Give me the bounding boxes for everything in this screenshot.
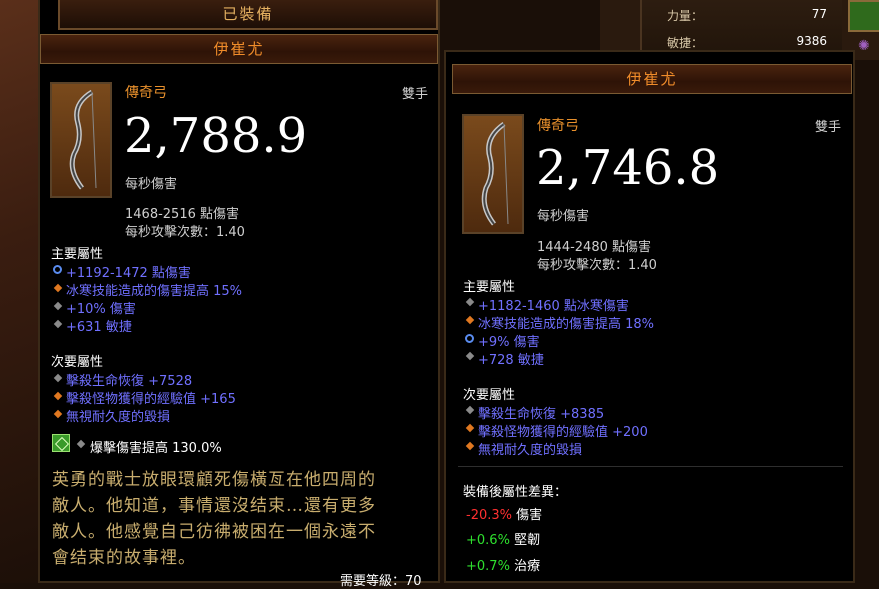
flavor-line-4: 會结束的故事裡。 xyxy=(52,548,196,568)
left-primary-2: 冰寒技能造成的傷害提高 15% xyxy=(66,284,243,299)
diff-value-2: +0.6% xyxy=(466,533,510,548)
right-dps-label: 每秒傷害 xyxy=(537,209,590,224)
strength-label: 力量： xyxy=(667,9,704,23)
dexterity-row: 敏捷： 9386 xyxy=(667,34,827,51)
required-level: 需要等級：70 xyxy=(340,574,422,589)
strength-value: 77 xyxy=(811,7,827,21)
left-dps-value: 2,788.9 xyxy=(124,108,308,164)
dexterity-label: 敏捷： xyxy=(667,36,704,50)
swirl-icon: ✺ xyxy=(858,38,870,54)
strength-row: 力量： 77 xyxy=(667,7,827,24)
diff-row-2: +0.6% 堅韌 xyxy=(466,529,540,548)
right-primary-2: 冰寒技能造成的傷害提高 18% xyxy=(478,317,655,332)
diff-value-1: -20.3% xyxy=(466,508,512,523)
flavor-line-2: 敵人。他知道，事情還沒结束…還有更多 xyxy=(52,496,376,516)
right-item-hand: 雙手 xyxy=(815,120,842,135)
dexterity-value: 9386 xyxy=(796,34,827,48)
right-damage-range: 1444-2480 點傷害 xyxy=(537,240,651,255)
left-damage-range: 1468-2516 點傷害 xyxy=(125,207,239,222)
right-dps-value: 2,746.8 xyxy=(536,140,720,196)
left-secondary-header: 次要屬性 xyxy=(51,355,104,370)
diff-label-3: 治療 xyxy=(514,559,541,574)
emerald-gem-icon xyxy=(52,434,70,452)
diff-row-3: +0.7% 治療 xyxy=(466,555,540,574)
left-secondary-2: 擊殺怪物獲得的經驗值 +165 xyxy=(66,392,236,407)
stat-diff-header: 裝備後屬性差異： xyxy=(463,485,568,500)
right-item-name: 伊崔尤 xyxy=(452,64,852,94)
right-primary-bullet-3 xyxy=(465,334,474,343)
right-secondary-1: 擊殺生命恢復 +8385 xyxy=(478,407,605,422)
right-item-type: 傳奇弓 xyxy=(537,118,579,134)
diff-value-3: +0.7% xyxy=(466,559,510,574)
left-secondary-3: 無視耐久度的毀損 xyxy=(66,410,171,425)
diff-row-1: -20.3% 傷害 xyxy=(466,504,542,523)
left-primary-header: 主要屬性 xyxy=(51,247,104,262)
left-primary-3: +10% 傷害 xyxy=(66,302,136,317)
left-item-type: 傳奇弓 xyxy=(125,85,167,101)
left-secondary-1: 擊殺生命恢復 +7528 xyxy=(66,374,193,389)
flavor-line-1: 英勇的戰士放眼環顧死傷橫亙在他四周的 xyxy=(52,470,376,490)
right-primary-4: +728 敏捷 xyxy=(478,353,544,368)
right-primary-3: +9% 傷害 xyxy=(478,335,540,350)
left-attack-speed: 每秒攻擊次數：1.40 xyxy=(125,225,245,240)
left-item-name: 伊崔尤 xyxy=(40,34,438,64)
diff-label-1: 傷害 xyxy=(516,508,543,523)
left-primary-4: +631 敏捷 xyxy=(66,320,132,335)
right-bow-icon xyxy=(462,114,524,234)
left-socket-effect: 爆擊傷害提高 130.0% xyxy=(90,441,222,456)
right-secondary-3: 無視耐久度的毀損 xyxy=(478,443,583,458)
left-item-hand: 雙手 xyxy=(402,87,429,102)
stat-diff-divider xyxy=(458,466,843,467)
left-bow-icon xyxy=(50,82,112,198)
right-attack-speed: 每秒攻擊次數：1.40 xyxy=(537,258,657,273)
left-primary-bullet-1 xyxy=(53,265,62,274)
right-primary-1: +1182-1460 點冰寒傷害 xyxy=(478,299,629,314)
right-primary-header: 主要屬性 xyxy=(463,280,516,295)
flavor-line-3: 敵人。他感覺自己彷彿被困在一個永遠不 xyxy=(52,522,376,542)
diff-label-2: 堅韌 xyxy=(514,533,541,548)
equipped-header: 已裝備 xyxy=(58,0,438,30)
left-dps-label: 每秒傷害 xyxy=(125,177,178,192)
right-secondary-header: 次要屬性 xyxy=(463,388,516,403)
right-secondary-2: 擊殺怪物獲得的經驗值 +200 xyxy=(478,425,648,440)
left-primary-1: +1192-1472 點傷害 xyxy=(66,266,191,281)
skill-slot-icon[interactable] xyxy=(848,0,879,32)
